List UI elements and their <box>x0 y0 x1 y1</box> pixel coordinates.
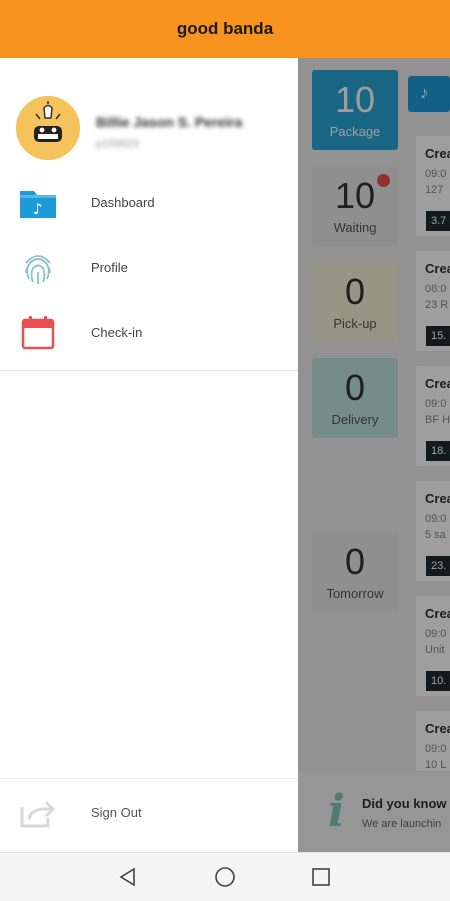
divider <box>0 778 298 779</box>
svg-text:♪: ♪ <box>33 200 43 218</box>
drawer-item-dashboard[interactable]: ♪ Dashboard <box>0 174 298 232</box>
home-icon[interactable] <box>213 865 237 889</box>
navigation-drawer: Billie Jason S. Pereira p159923 ♪ Dashbo… <box>0 58 298 852</box>
app-bar: good banda <box>0 0 450 58</box>
user-id: p159923 <box>96 138 139 150</box>
folder-music-icon: ♪ <box>18 184 58 222</box>
fingerprint-icon <box>18 249 58 287</box>
drawer-item-label: Dashboard <box>91 195 155 210</box>
avatar[interactable] <box>16 96 80 160</box>
share-export-icon <box>18 796 58 830</box>
sign-out-label: Sign Out <box>91 805 142 820</box>
recent-apps-icon[interactable] <box>309 865 333 889</box>
app-title: good banda <box>176 19 274 38</box>
user-name: Billie Jason S. Pereira <box>96 114 243 130</box>
system-navigation-bar <box>0 852 450 901</box>
drawer-item-label: Profile <box>91 260 128 275</box>
back-icon[interactable] <box>116 865 140 889</box>
drawer-item-checkin[interactable]: Check-in <box>0 304 298 362</box>
drawer-item-label: Check-in <box>91 325 143 340</box>
calendar-icon <box>18 314 58 352</box>
divider <box>0 370 298 371</box>
sign-out-button[interactable]: Sign Out <box>0 786 298 844</box>
drawer-item-profile[interactable]: Profile <box>0 239 298 297</box>
